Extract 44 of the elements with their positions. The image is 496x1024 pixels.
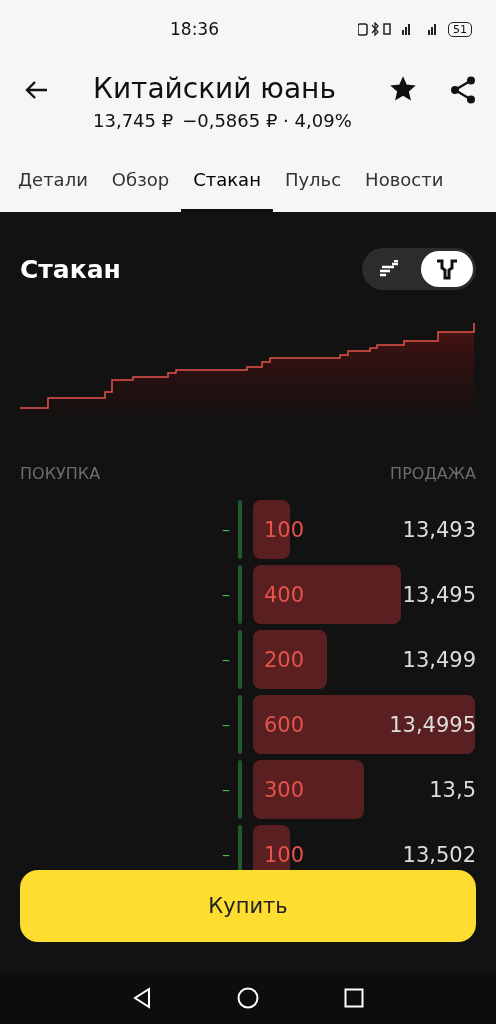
bid-depth-bar [238, 630, 242, 689]
tab[interactable]: Детали [6, 150, 100, 212]
ask-price: 13,502 [402, 842, 476, 867]
sell-column-label: ПРОДАЖА [390, 464, 476, 483]
empty-bid-dash: – [222, 780, 230, 799]
buy-button[interactable]: Купить [20, 870, 476, 942]
recents-nav-icon[interactable] [343, 988, 364, 1008]
ask-quantity: 100 [264, 517, 305, 542]
ask-quantity: 600 [264, 712, 305, 737]
instrument-title: Китайский юань [93, 72, 337, 106]
ask-price: 13,493 [402, 517, 476, 542]
share-icon[interactable] [450, 76, 476, 104]
depth-chart-icon [435, 258, 459, 280]
star-icon[interactable] [390, 76, 416, 102]
battery-level: 51 [448, 21, 472, 37]
ask-price: 13,495 [402, 582, 476, 607]
empty-bid-dash: – [222, 520, 230, 539]
ask-quantity: 300 [264, 777, 305, 802]
back-arrow-icon[interactable] [24, 80, 48, 100]
price-change: −0,5865 ₽ · 4,09% [182, 110, 352, 131]
tab[interactable]: Обзор [99, 150, 182, 212]
ask-price: 13,4995 [389, 712, 476, 737]
bid-depth-bar [238, 760, 242, 819]
ask-price: 13,5 [429, 777, 476, 802]
bid-depth-bar [238, 565, 242, 624]
bid-depth-bar [238, 500, 242, 559]
empty-bid-dash: – [222, 845, 230, 864]
section-title: Стакан [20, 254, 121, 284]
ask-quantity: 400 [264, 582, 305, 607]
depth-view-button[interactable] [421, 251, 473, 287]
empty-bid-dash: – [222, 585, 230, 604]
ask-quantity: 200 [264, 647, 305, 672]
back-nav-icon[interactable] [132, 987, 153, 1009]
current-price: 13,745 ₽ [93, 110, 174, 131]
empty-bid-dash: – [222, 715, 230, 734]
tab[interactable]: Пульс [272, 150, 354, 212]
buy-column-label: ПОКУПКА [20, 464, 101, 483]
tab[interactable]: Новости [353, 150, 456, 212]
ask-price: 13,499 [402, 647, 476, 672]
empty-bid-dash: – [222, 650, 230, 669]
ask-quantity: 100 [264, 842, 305, 867]
bid-depth-bar [238, 695, 242, 754]
status-time: 18:36 [170, 19, 219, 39]
home-nav-icon[interactable] [237, 987, 259, 1009]
